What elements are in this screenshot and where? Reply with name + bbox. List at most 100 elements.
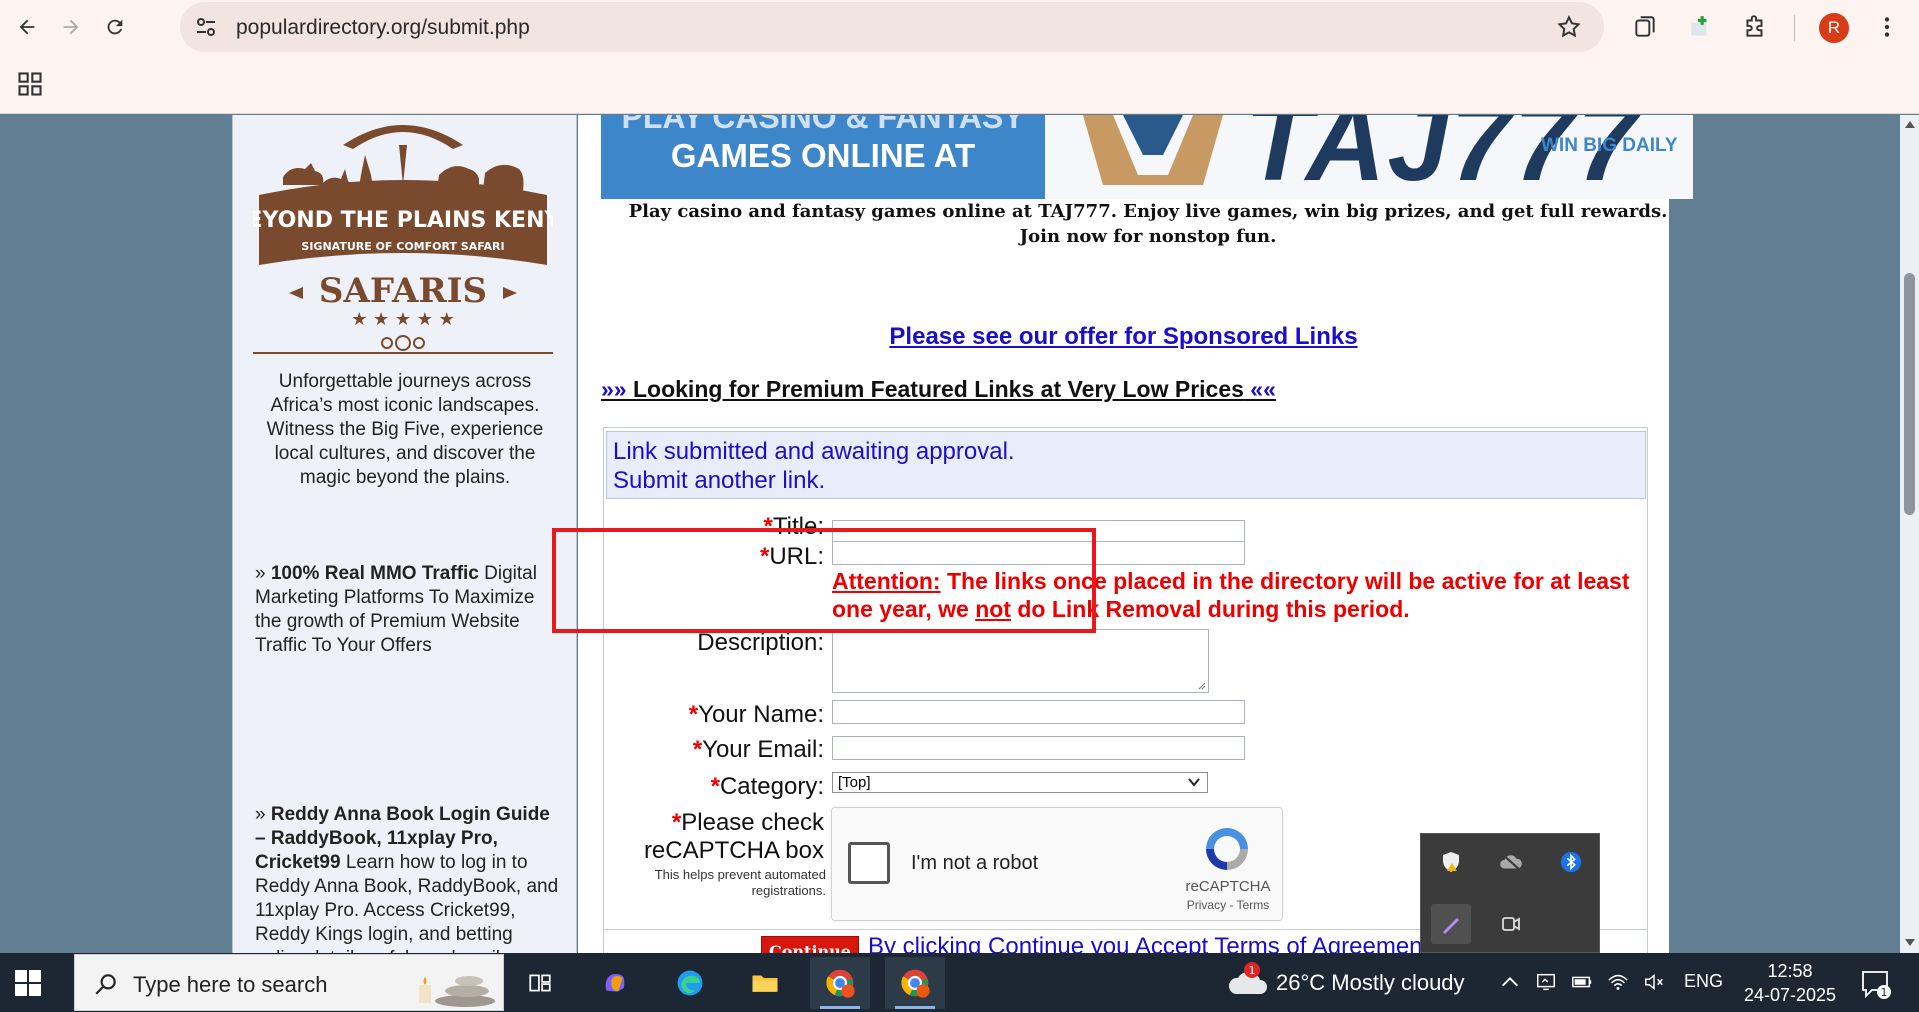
video-camera-icon [1502,917,1520,931]
kebab-menu-icon [1884,17,1890,37]
recaptcha-brand: reCAPTCHA [1185,878,1271,895]
security-tray-button[interactable] [1431,842,1471,882]
clock-date: 24-07-2025 [1743,985,1837,1005]
bluetooth-tray-button[interactable] [1551,842,1591,882]
scrollbar-thumb[interactable] [1904,273,1915,515]
extensions-menu-button[interactable] [1740,12,1770,42]
continue-button[interactable]: Continue [761,936,859,953]
display-tray-button[interactable] [1534,970,1558,994]
chrome-profile-button[interactable] [885,957,945,1009]
bookmark-star-icon[interactable] [1556,14,1582,40]
taskbar-search[interactable]: Type here to search [74,954,504,1011]
description-textarea[interactable] [832,629,1209,693]
sidebar-description: Unforgettable journeys across Africa’s m… [266,371,544,488]
search-icon [95,974,116,995]
browser-menu-button[interactable] [1872,12,1902,42]
chevron-down-icon [1188,778,1200,787]
task-view-icon [529,974,551,992]
logo-stars: ★ ★ ★ ★ ★ [351,309,455,330]
email-input[interactable] [832,736,1245,760]
ad-banner-right: TAJ777 WIN BIG DAILY [1045,115,1693,199]
email-label: *Your Email: [494,736,824,764]
system-clock[interactable]: 12:58 24-07-2025 [1740,959,1840,1007]
pen-tray-button[interactable] [1431,904,1471,944]
category-select[interactable]: [Top] [832,772,1208,793]
chevron-up-icon [1502,977,1518,987]
logo-title: BEYOND THE PLAINS KENYA [253,208,553,233]
logo-divider [253,352,553,354]
task-view-button[interactable] [510,957,570,1009]
defender-shield-icon [1443,852,1459,872]
notification-center-icon[interactable]: 1 [1858,966,1892,1000]
category-label-text: Category: [719,773,824,800]
green-plus-extension-icon [1691,16,1707,36]
category-selected-value: [Top] [838,774,871,791]
name-input[interactable] [832,700,1245,724]
description-label: Description: [697,629,824,656]
reading-mode-button[interactable] [1630,12,1660,42]
chrome-button[interactable] [810,957,870,1009]
ad-caption: Play casino and fantasy games online at … [628,201,1668,247]
edge-button[interactable] [660,957,720,1009]
recaptcha-checkbox[interactable] [848,842,890,884]
captcha-label: *Please check [494,809,824,837]
scroll-up-arrow-icon[interactable] [1905,121,1915,128]
url-text[interactable]: populardirectory.org/submit.php [236,16,530,40]
tray-overflow-flyout [1420,833,1600,953]
weather-widget[interactable]: 1 [1226,960,1274,1004]
sidebar-link-title[interactable]: 100% Real MMO Traffic [271,563,479,584]
profile-avatar[interactable]: R [1819,13,1849,43]
reload-icon [107,19,123,35]
forward-button[interactable] [52,8,90,46]
camera-tray-button[interactable] [1491,904,1531,944]
premium-text[interactable]: Looking for Premium Featured Links at Ve… [633,376,1244,402]
weather-text[interactable]: 26°C Mostly cloudy [1276,970,1465,996]
submit-another-link[interactable]: Submit another link. [613,467,825,495]
recaptcha-text: I'm not a robot [911,852,1039,874]
required-mark: * [671,809,682,836]
address-bar[interactable]: populardirectory.org/submit.php [180,2,1604,52]
clock-time: 12:58 [1767,961,1813,981]
safari-logo[interactable]: BEYOND THE PLAINS KENYA SIGNATURE OF COM… [253,115,553,370]
recaptcha-widget: I'm not a robot reCAPTCHA Privacy - Term… [831,807,1283,921]
network-tray-button[interactable] [1606,970,1630,994]
edge-browser-icon [677,970,703,996]
copilot-button[interactable] [585,957,645,1009]
terms-of-agreement-link[interactable]: By clicking Continue you Accept Terms of… [868,933,1429,953]
recaptcha-privacy-terms[interactable]: Privacy - Terms [1181,898,1275,912]
file-explorer-button[interactable] [735,957,795,1009]
cloud-off-icon [1500,852,1522,872]
site-settings-icon[interactable] [194,15,218,39]
windows-start-icon[interactable] [14,969,42,997]
back-button[interactable] [8,8,46,46]
ad-banner-left: PLAY CASINO & FANTASY GAMES ONLINE AT [601,115,1045,199]
bluetooth-icon [1560,851,1582,873]
name-label-text: Your Name: [698,701,824,728]
reload-button[interactable] [96,8,134,46]
show-hidden-icons-button[interactable] [1498,970,1522,994]
name-label: *Your Name: [494,701,824,729]
ad-banner[interactable]: PLAY CASINO & FANTASY GAMES ONLINE AT TA… [601,115,1693,199]
battery-tray-button[interactable] [1570,970,1594,994]
monitor-icon [1537,973,1555,991]
toolbar-divider [1794,15,1795,41]
onedrive-tray-button[interactable] [1491,842,1531,882]
extension-button[interactable] [1685,12,1715,42]
weather-badge-count: 1 [1249,964,1256,977]
page-viewport: BEYOND THE PLAINS KENYA SIGNATURE OF COM… [0,115,1900,953]
apps-grid-icon[interactable] [16,70,44,98]
input-language[interactable]: ENG [1684,971,1723,992]
sponsored-links-link[interactable]: Please see our offer for Sponsored Links [578,323,1669,351]
captcha-label-2: reCAPTCHA box [643,837,824,864]
volume-tray-button[interactable] [1642,970,1666,994]
resize-handle-icon[interactable] [1196,680,1206,690]
chrome-profile-icon [901,969,930,998]
scroll-down-arrow-icon[interactable] [1905,939,1915,946]
premium-featured-link[interactable]: »» Looking for Premium Featured Links at… [601,376,1276,403]
recaptcha-logo-icon [1206,828,1248,870]
captcha-label-text: Please check [681,809,824,836]
bullet-marker: » [255,804,271,825]
page-scrollbar[interactable] [1900,115,1919,953]
cloudy-weather-icon: 1 [1228,962,1267,994]
windows-taskbar: Type here to search 1 26°C Mostly cloudy [0,953,1919,1012]
